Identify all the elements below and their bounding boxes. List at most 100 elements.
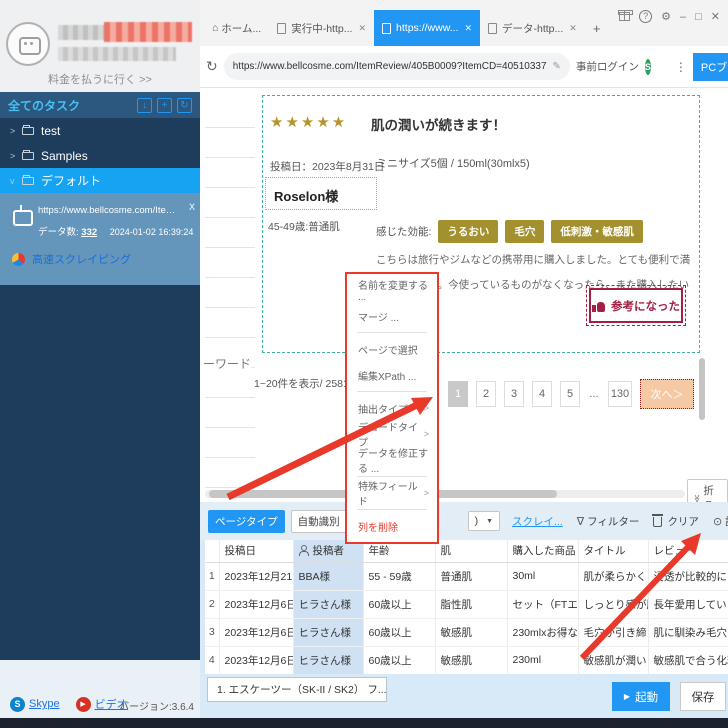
effect-tag[interactable]: 毛穴	[505, 220, 545, 243]
tab-home[interactable]: ⌂ ホーム...	[204, 10, 269, 46]
edit-url-icon[interactable]: ✎	[553, 61, 561, 72]
close-window-icon[interactable]: ✕	[711, 10, 720, 23]
page-button-1[interactable]: 1	[448, 381, 468, 407]
collapse-panel-button[interactable]: ≫ 折る	[687, 479, 728, 502]
cell-post-date[interactable]: 2023年12月6日	[219, 618, 294, 647]
tab-data[interactable]: データ-http... ✕	[480, 10, 585, 46]
cell-age[interactable]: 55 - 59歳	[363, 562, 436, 591]
menu-item-extract-type[interactable]: 抽出タイプ >	[347, 395, 437, 421]
refresh-tasks-icon[interactable]: ↻	[177, 97, 192, 113]
fast-scraping-mode[interactable]: 高速スクレイピング	[12, 251, 131, 267]
column-header-title[interactable]: タイトル	[578, 540, 649, 563]
cell-post-date[interactable]: 2023年12月6日	[219, 590, 294, 619]
scrape-link[interactable]: スクレイ...	[512, 514, 563, 529]
vertical-scrollbar-thumb[interactable]	[699, 358, 705, 420]
cell-age[interactable]: 60歳以上	[363, 646, 436, 675]
effect-tag[interactable]: うるおい	[438, 220, 499, 243]
pre-login-button[interactable]: 事前ログイン	[576, 59, 639, 74]
column-header-review[interactable]: レビュー	[648, 540, 728, 563]
cell-age[interactable]: 60歳以上	[363, 618, 436, 647]
maximize-icon[interactable]: □	[695, 11, 702, 23]
effect-tag[interactable]: 低刺激・敏感肌	[551, 220, 643, 243]
horizontal-scrollbar[interactable]	[205, 490, 685, 498]
menu-item-fix-data[interactable]: データを修正する ...	[347, 447, 437, 475]
cell-post-date[interactable]: 2023年12月21日	[219, 562, 294, 591]
close-tab-icon[interactable]: ✕	[464, 23, 472, 34]
chevron-right-icon[interactable]: >	[10, 151, 20, 161]
page-button-2[interactable]: 2	[476, 381, 496, 407]
cell-review[interactable]: 浸透が比較的に良く...	[648, 562, 728, 591]
cell-post-date[interactable]: 2023年12月6日	[219, 646, 294, 675]
url-input[interactable]: https://www.bellcosme.com/ItemReview/405…	[223, 53, 570, 80]
cell-age[interactable]: 60歳以上	[363, 590, 436, 619]
menu-item-special-field[interactable]: 特殊フィールド >	[347, 480, 437, 508]
sidebar-folder-default[interactable]: v デフォルト	[0, 168, 200, 193]
more-options-icon[interactable]: ⋮	[675, 60, 687, 74]
cell-title[interactable]: 敏感肌が潤います	[578, 646, 649, 675]
page-button-130[interactable]: 130	[608, 381, 632, 407]
page-button-5[interactable]: 5	[560, 381, 580, 407]
help-icon[interactable]: ?	[639, 10, 653, 23]
sidebar-folder-test[interactable]: > test	[0, 118, 200, 143]
cell-skin[interactable]: 敏感肌	[435, 618, 508, 647]
cell-poster[interactable]: ヒラさん様	[293, 646, 364, 675]
menu-item-edit-xpath[interactable]: 編集XPath ...	[347, 362, 437, 388]
page-button-3[interactable]: 3	[504, 381, 524, 407]
menu-item-decode-type[interactable]: デコードタイプ >	[347, 421, 437, 449]
filter-button[interactable]: ∇ フィルター	[577, 514, 640, 529]
video-icon[interactable]: ▶	[75, 696, 91, 712]
session-green-icon[interactable]: S	[644, 58, 651, 75]
new-tab-button[interactable]: +	[585, 21, 609, 36]
chevron-down-icon[interactable]: v	[10, 176, 20, 186]
tab-active-url[interactable]: https://www... ✕	[374, 10, 480, 46]
save-button[interactable]: 保存	[680, 682, 726, 711]
skype-icon[interactable]: S	[10, 696, 25, 712]
refresh-icon[interactable]: ↻	[206, 58, 218, 75]
cell-skin[interactable]: 脂性肌	[435, 590, 508, 619]
sidebar-folder-samples[interactable]: > Samples	[0, 143, 200, 168]
menu-item-delete-column[interactable]: 列を削除	[347, 513, 437, 539]
pc-browser-button[interactable]: PCブラウザ ▼	[692, 52, 728, 81]
gift-icon[interactable]	[618, 10, 634, 21]
go-detail-page-button[interactable]: ⊙ 詳細ページに行く	[713, 514, 728, 529]
add-task-icon[interactable]: +	[157, 97, 172, 113]
cell-review[interactable]: 敏感肌で合う化粧水...	[648, 646, 728, 675]
reviewer-selected-box[interactable]: Roselon様	[265, 177, 377, 210]
cell-title[interactable]: 肌が柔らかく（モチモ...	[578, 562, 649, 591]
cell-title[interactable]: 毛穴が引き締まりま...	[578, 618, 649, 647]
cell-skin[interactable]: 普通肌	[435, 562, 508, 591]
page-dropdown-fragment[interactable]: ) ▼	[467, 511, 501, 531]
minimize-icon[interactable]: –	[680, 11, 686, 23]
data-count-link[interactable]: 332	[81, 227, 97, 238]
run-button[interactable]: ▶ 起動	[612, 682, 670, 711]
column-header-post-date[interactable]: 投稿日	[219, 540, 294, 563]
pay-fees-link[interactable]: 料金を払うに行く >>	[0, 71, 200, 87]
close-tab-icon[interactable]: ✕	[569, 23, 577, 34]
cell-skin[interactable]: 敏感肌	[435, 646, 508, 675]
cell-review[interactable]: 肌に馴染み毛穴ケア...	[648, 618, 728, 647]
column-header-product[interactable]: 購入した商品	[507, 540, 579, 563]
sheet-tab[interactable]: 1. エスケーツー（SK-II / SK2） フ...	[207, 677, 387, 702]
close-task-icon[interactable]: X	[189, 202, 195, 212]
cell-product[interactable]: セット（FTエッセ...	[507, 590, 579, 619]
cell-product[interactable]: 30ml	[507, 562, 579, 591]
settings-gear-icon[interactable]: ⚙	[661, 10, 671, 23]
menu-item-merge[interactable]: マージ ...	[347, 303, 437, 329]
page-type-chip[interactable]: ページタイプ	[208, 509, 285, 533]
clear-button[interactable]: クリア	[652, 514, 699, 529]
cell-poster[interactable]: ヒラさん様	[293, 590, 364, 619]
selection-dashed-box[interactable]: ★★★★★ 肌の潤いが続きます！ 投稿日：2023年8月31日 ミニサイズ5個 …	[262, 95, 700, 353]
task-url[interactable]: https://www.bellcosme.com/Item-スクレイピ...	[38, 202, 180, 216]
next-page-button[interactable]: 次へ＞	[640, 379, 694, 409]
cell-title[interactable]: しっとり感が肌に優...	[578, 590, 649, 619]
tab-running[interactable]: 実行中-http... ✕	[269, 10, 374, 46]
column-header-skin[interactable]: 肌	[435, 540, 508, 563]
chevron-right-icon[interactable]: >	[10, 126, 20, 136]
cell-product[interactable]: 230ml	[507, 646, 579, 675]
cell-poster[interactable]: ヒラさん様	[293, 618, 364, 647]
menu-item-select-on-page[interactable]: ページで選択	[347, 336, 437, 362]
skype-link[interactable]: Skype	[29, 698, 60, 710]
close-tab-icon[interactable]: ✕	[358, 23, 366, 34]
import-task-icon[interactable]: ↓	[137, 97, 152, 113]
page-button-4[interactable]: 4	[532, 381, 552, 407]
